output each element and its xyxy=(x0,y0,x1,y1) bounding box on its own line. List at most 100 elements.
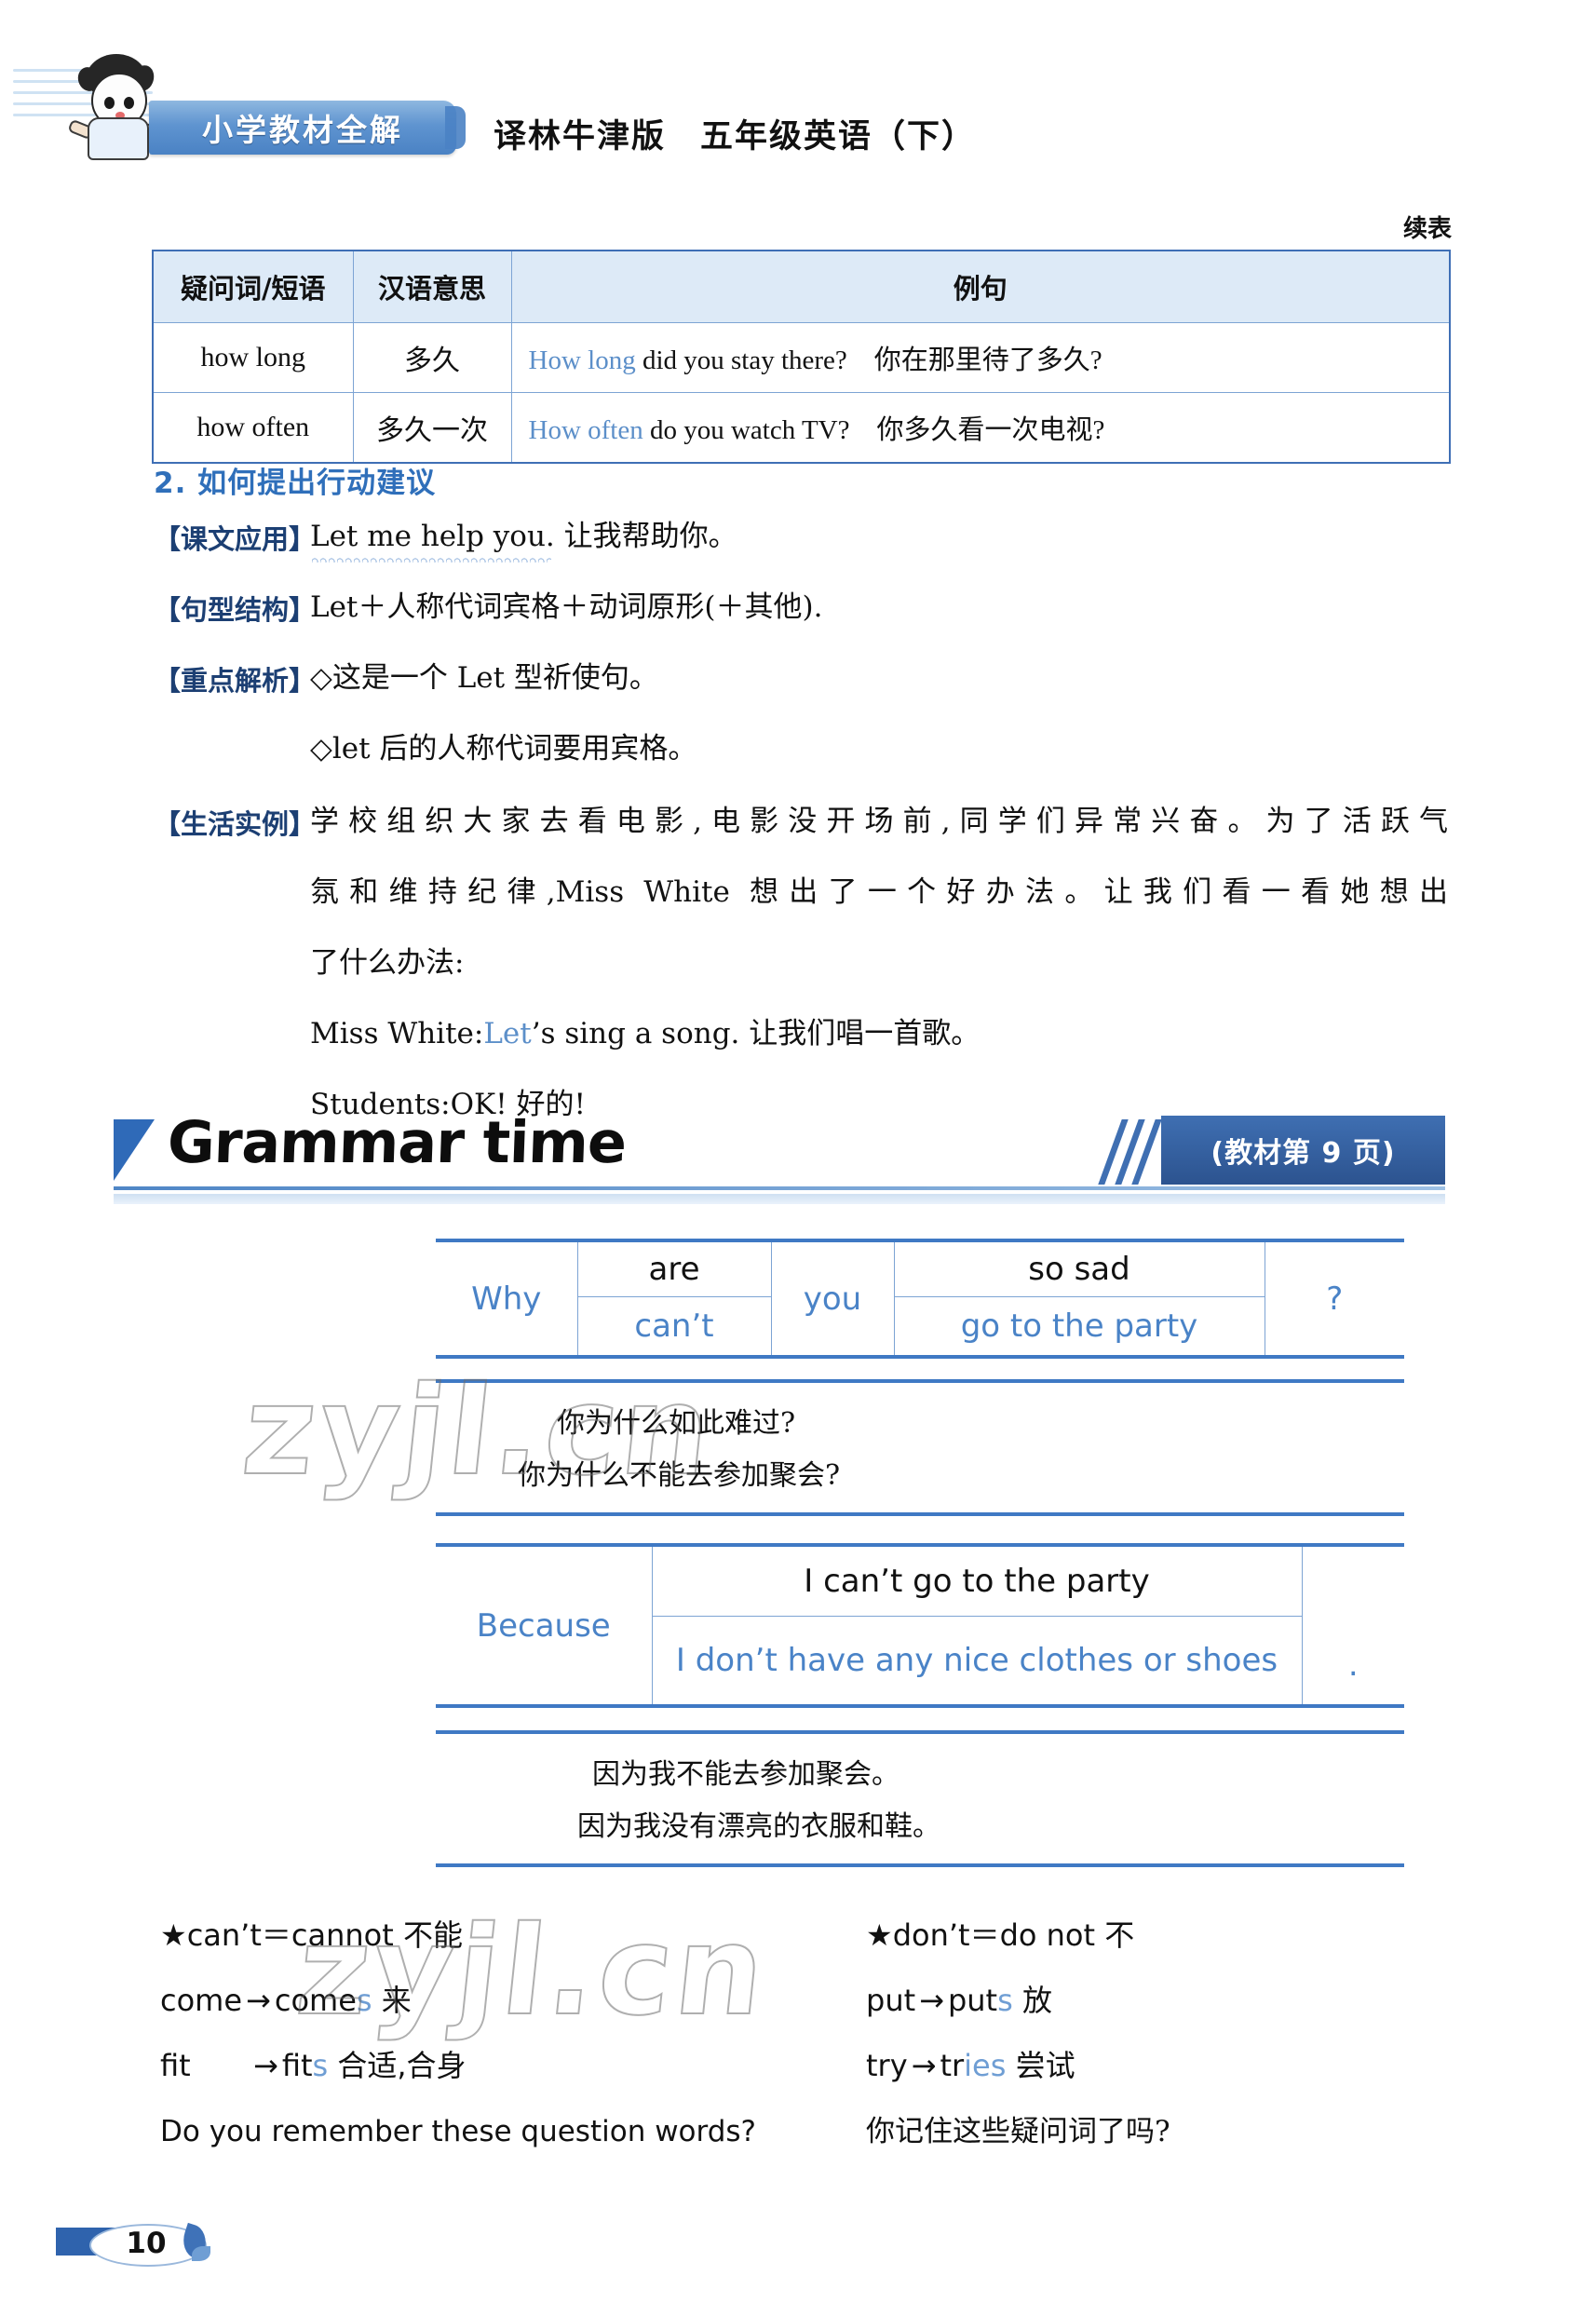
verb-inflected-stem: come xyxy=(274,1983,357,2018)
dialogue-speaker: Miss White: xyxy=(310,1017,484,1050)
brand-badge-label: 小学教材全解 xyxy=(202,112,403,148)
gt1-lead: Why xyxy=(471,1280,542,1318)
note-left-star-line: ★can’t＝cannot 不能 xyxy=(160,1920,463,1950)
footer-question-cn: 你记住这些疑问词了吗? xyxy=(866,2115,1170,2148)
example-rest: did you stay there? 你在那里待了多久? xyxy=(635,345,1102,375)
cell-word: how often xyxy=(152,392,354,464)
gt2-translations: 因为我不能去参加聚会。 因为我没有漂亮的衣服和鞋。 xyxy=(436,1734,1404,1863)
gt2-translation-2: 因为我没有漂亮的衣服和鞋。 xyxy=(577,1809,940,1843)
section-heading-2: 2. 如何提出行动建议 xyxy=(154,467,437,500)
grammar-table-1-block: Why are you so sad ? can’t go to the par… xyxy=(436,1239,1404,1516)
gt1-translation-1: 你为什么如此难过? xyxy=(557,1407,796,1440)
grammar-table-1: Why are you so sad ? can’t go to the par… xyxy=(436,1242,1404,1355)
cell-meaning: 多久一次 xyxy=(352,392,512,464)
gt2-end-punct: . xyxy=(1347,1646,1359,1684)
table-header-row: 疑问词/短语 汉语意思 例句 xyxy=(152,250,1451,323)
page-header: 小学教材全解 译林牛津版 五年级英语（下） xyxy=(0,45,1596,160)
gt1-aux-are: are xyxy=(576,1242,772,1297)
banner-slash-icon xyxy=(1098,1119,1162,1185)
note-right-verb-put: put → puts 放 xyxy=(866,1985,1052,2015)
verb-base: fit xyxy=(160,2048,191,2083)
row-key-analysis: 【重点解析】 ◇这是一个 Let 型祈使句。 xyxy=(154,659,1439,698)
book-title: 译林牛津版 五年级英语（下） xyxy=(494,117,977,156)
dialogue-rest: ’s sing a song. 让我们唱一首歌。 xyxy=(531,1017,981,1050)
table-row: how long 多久 How long did you stay there?… xyxy=(152,322,1451,393)
table-row: how often 多久一次 How often do you watch TV… xyxy=(152,392,1451,464)
gt2-lead: Because xyxy=(476,1606,611,1645)
col-header-example: 例句 xyxy=(510,250,1451,323)
gt2-translation-1: 因为我不能去参加聚会。 xyxy=(592,1758,899,1791)
example-keyword: How often xyxy=(528,415,643,445)
textbook-page: 小学教材全解 译林牛津版 五年级英语（下） 续表 疑问词/短语 汉语意思 例句 … xyxy=(0,0,1596,2303)
example-rest: do you watch TV? 你多久看一次电视? xyxy=(642,415,1105,445)
sentence-structure-text: Let＋人称代词宾格＋动词原形(＋其他). xyxy=(310,590,823,624)
gt1-predicate-sad: so sad xyxy=(893,1242,1265,1297)
banner-triangle-icon xyxy=(114,1119,155,1181)
gt1-translations: 你为什么如此难过? 你为什么不能去参加聚会? xyxy=(436,1383,1404,1512)
grammar-rule-mid xyxy=(436,1355,1404,1359)
grammar-rule-translate-bottom xyxy=(436,1512,1404,1516)
dialogue-line-miss-white: Miss White:Let’s sing a song. 让我们唱一首歌。 xyxy=(310,1015,980,1054)
life-example-line-1: 学校组织大家去看电影,电影没开场前,同学们异常兴奋。为了活跃气 xyxy=(310,805,1448,838)
grammar-table-2-block: Because I can’t go to the party . I don’… xyxy=(436,1543,1404,1867)
banner-rule-top xyxy=(114,1186,1445,1190)
note-left-star-text: can’t＝cannot 不能 xyxy=(186,1917,463,1953)
label-life-example: 【生活实例】 xyxy=(154,808,317,840)
cell-example: How often do you watch TV? 你多久看一次电视? xyxy=(510,392,1451,464)
arrow-icon: → xyxy=(246,1983,271,2018)
verb-meaning: 合适,合身 xyxy=(328,2048,467,2083)
textbook-application-text: Let me help you. 让我帮助你。 xyxy=(310,518,737,557)
grammar2-rule-translate-bottom xyxy=(436,1863,1404,1867)
cell-example: How long did you stay there? 你在那里待了多久? xyxy=(510,322,1451,393)
row-life-example: 【生活实例】 学校组织大家去看电影,电影没开场前,同学们异常兴奋。为了活跃气 xyxy=(154,803,1448,842)
banner-rule-bottom xyxy=(114,1194,1445,1204)
continued-table-label: 续表 xyxy=(1402,215,1452,243)
wavy-underlined-phrase: Let me help you. xyxy=(310,520,555,553)
grammar-time-title: Grammar time xyxy=(166,1108,628,1176)
star-icon: ★ xyxy=(160,1917,187,1953)
verb-meaning: 来 xyxy=(372,1983,412,2018)
note-right-star-line: ★don’t＝do not 不 xyxy=(866,1920,1134,1950)
brand-badge: 小学教材全解 xyxy=(149,101,466,155)
dialogue-keyword: Let xyxy=(483,1017,532,1050)
col-header-meaning: 汉语意思 xyxy=(352,250,512,323)
textbook-application-cn: 让我帮助你。 xyxy=(554,520,737,553)
row-textbook-application: 【课文应用】 Let me help you. 让我帮助你。 xyxy=(154,518,1439,557)
gt2-clause-top: I can’t go to the party xyxy=(651,1547,1303,1617)
label-key-analysis: 【重点解析】 xyxy=(154,665,317,697)
verb-base: put xyxy=(866,1983,916,2018)
example-keyword: How long xyxy=(528,345,636,375)
verb-meaning: 放 xyxy=(1012,1983,1052,2018)
gt1-aux-cant: can’t xyxy=(576,1296,772,1355)
verb-base: come xyxy=(160,1983,243,2018)
verb-inflected-stem: tr xyxy=(940,2048,965,2083)
arrow-icon: → xyxy=(253,2048,278,2083)
col-header-word: 疑问词/短语 xyxy=(152,250,354,323)
life-example-line-3: 了什么办法: xyxy=(310,946,465,980)
gt1-predicate-party: go to the party xyxy=(893,1296,1265,1355)
gt1-translation-2: 你为什么不能去参加聚会? xyxy=(518,1458,841,1492)
verb-inflection-suffix: s xyxy=(997,1983,1013,2018)
grammar2-rule-mid xyxy=(436,1704,1404,1708)
footer-question-en: Do you remember these question words? xyxy=(160,2115,756,2148)
label-sentence-structure: 【句型结构】 xyxy=(154,594,317,626)
verb-inflection-suffix: s xyxy=(356,1983,372,2018)
gt1-end-punct: ? xyxy=(1326,1280,1344,1318)
cell-word: how long xyxy=(152,322,354,393)
grammar-table-2: Because I can’t go to the party . I don’… xyxy=(436,1547,1404,1704)
verb-inflection-suffix: ies xyxy=(964,2048,1007,2083)
verb-meaning: 尝试 xyxy=(1006,2048,1075,2083)
gt2-clause-bottom: I don’t have any nice clothes or shoes xyxy=(651,1616,1303,1704)
verb-inflected-stem: put xyxy=(947,1983,998,2018)
arrow-icon: → xyxy=(919,1983,944,2018)
verb-inflection-suffix: s xyxy=(312,2048,329,2083)
cell-meaning: 多久 xyxy=(352,322,512,393)
textbook-page-badge: (教材第 9 页) xyxy=(1161,1116,1445,1185)
gt1-subject: you xyxy=(803,1280,862,1318)
question-words-table: 疑问词/短语 汉语意思 例句 how long 多久 How long did … xyxy=(152,250,1451,464)
leaf-icon-small xyxy=(192,2246,210,2261)
page-footer: 10 xyxy=(0,2222,1596,2289)
verb-inflected-stem: fit xyxy=(281,2048,313,2083)
star-icon: ★ xyxy=(866,1917,893,1953)
note-right-star-text: don’t＝do not 不 xyxy=(892,1917,1135,1953)
